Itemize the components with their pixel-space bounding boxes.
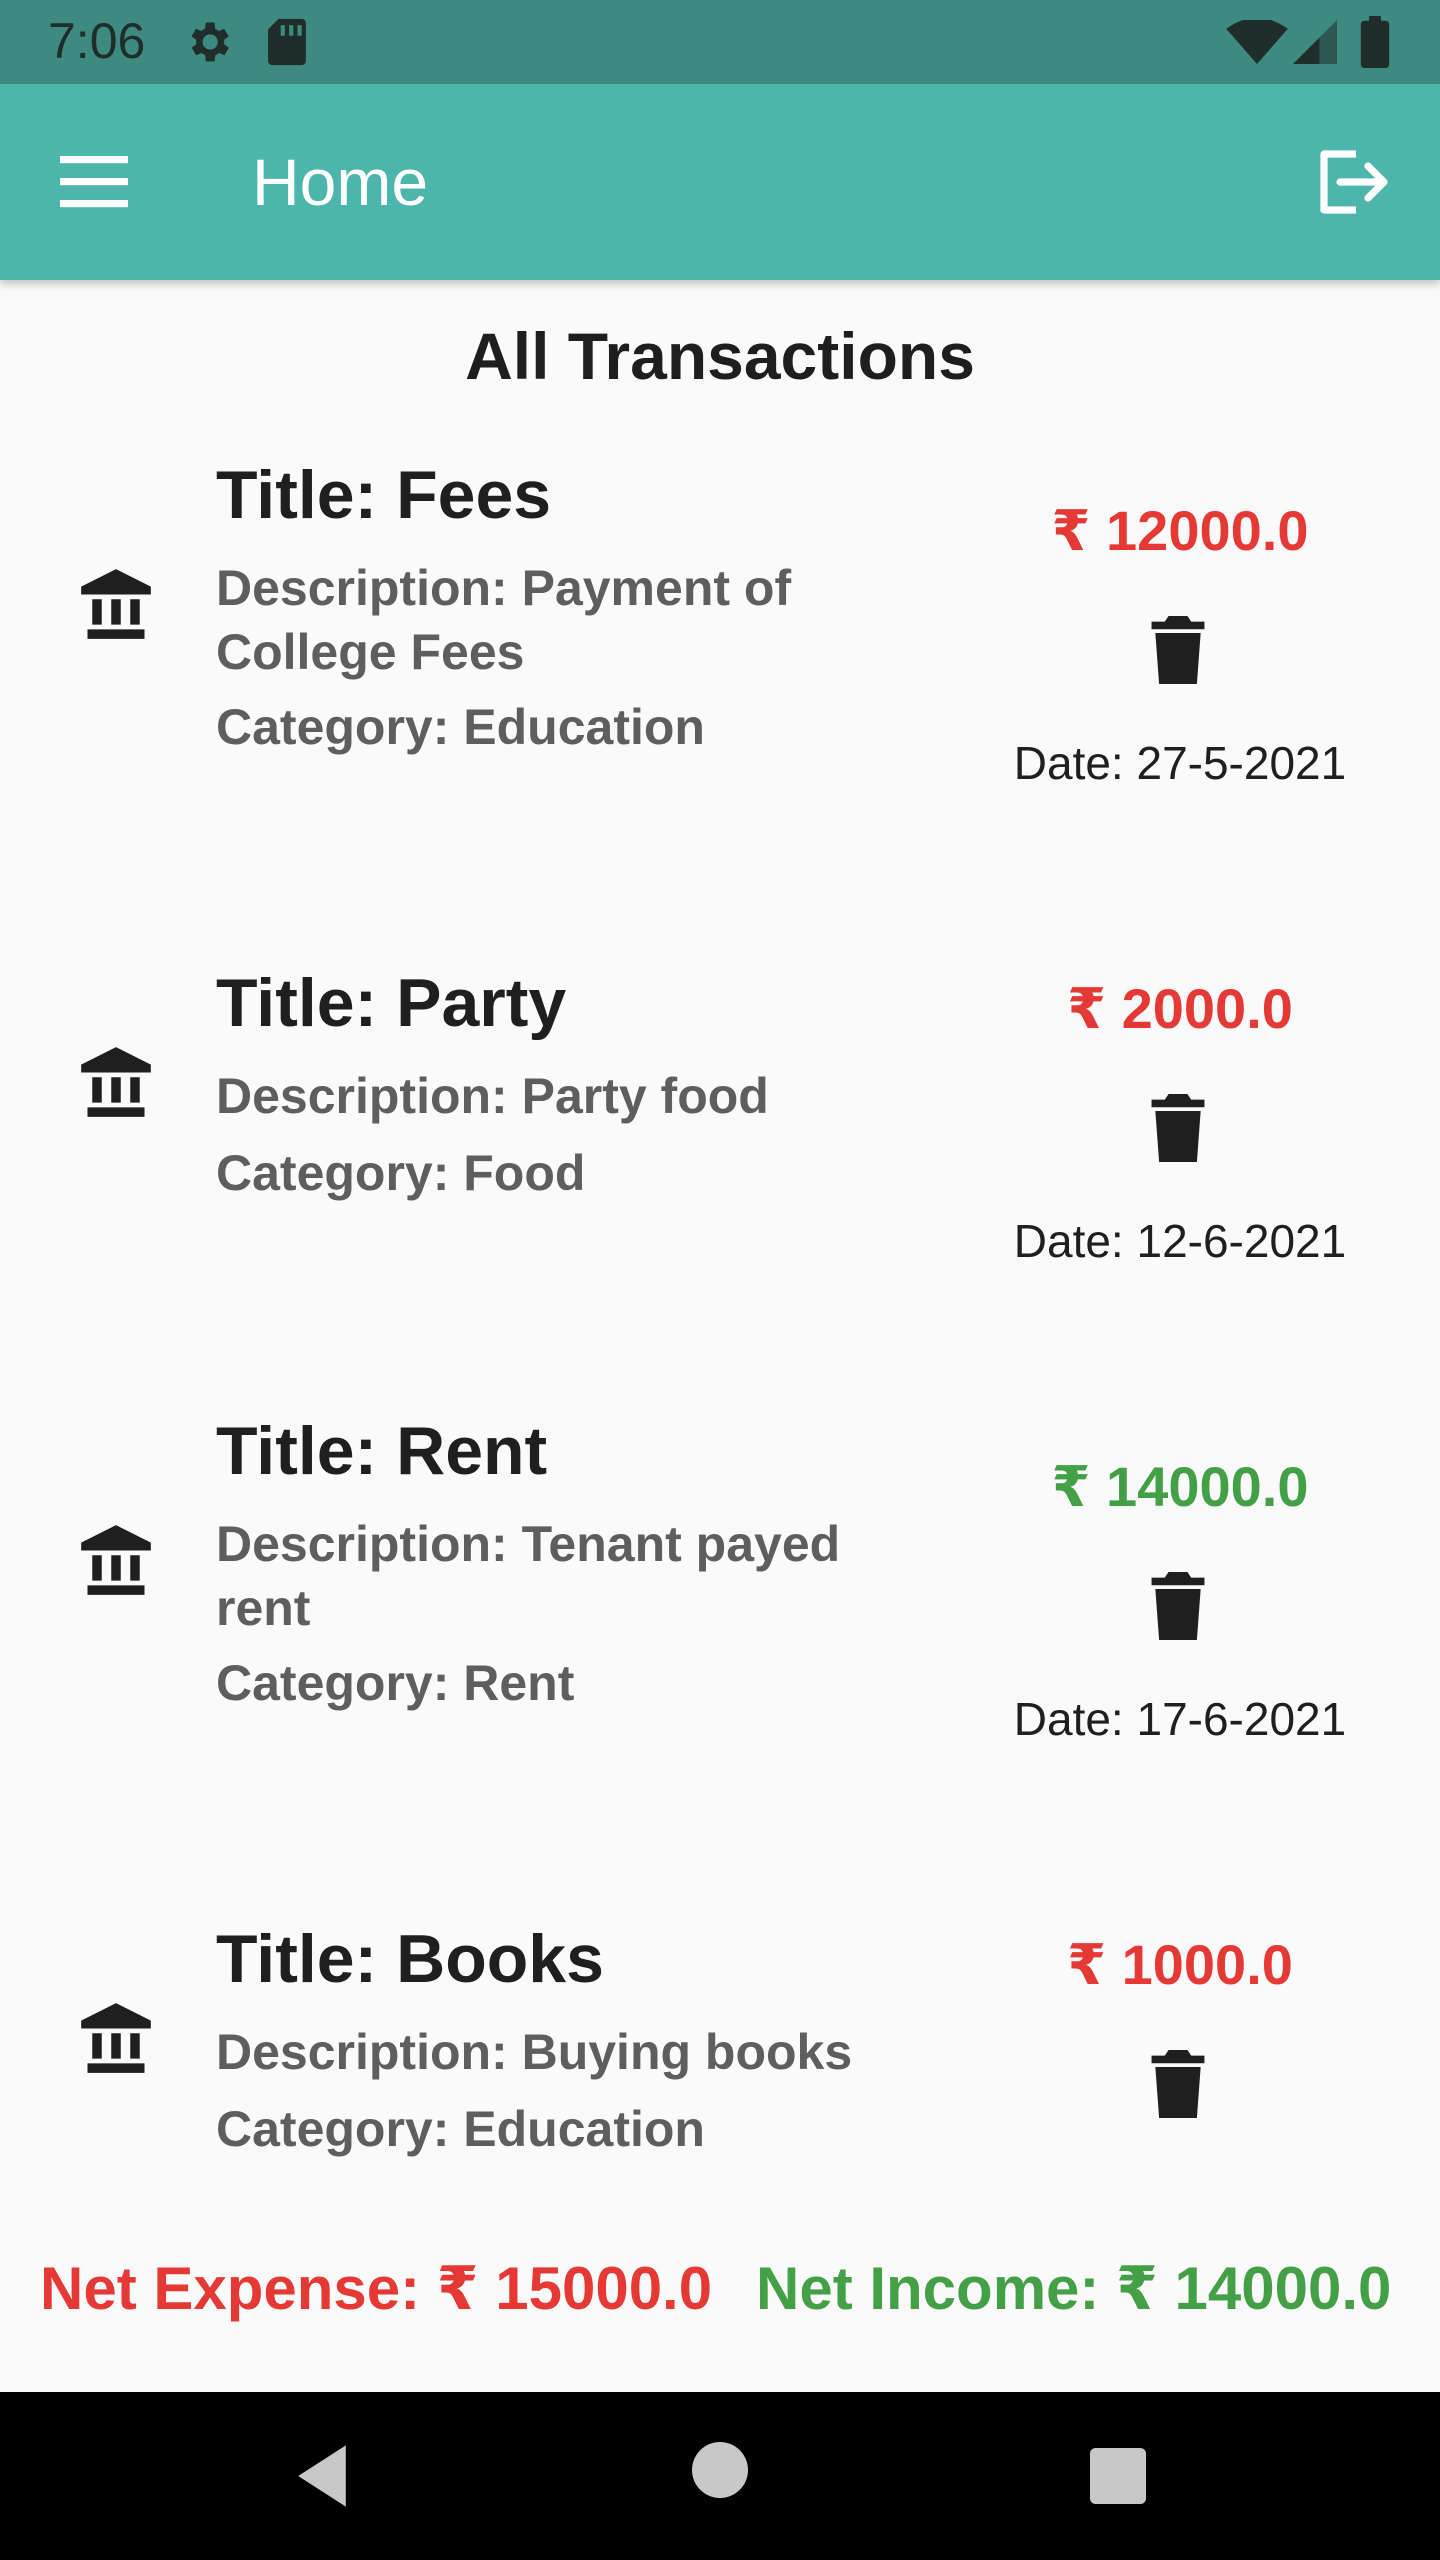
transaction-title: Title: Party: [216, 965, 567, 1041]
home-circle-icon[interactable]: [692, 2442, 748, 2498]
status-bar: 7:06: [0, 0, 1440, 84]
wifi-icon: [1226, 20, 1288, 64]
transaction-description: Description: Payment of College Fees: [216, 560, 792, 680]
transaction-amount: ₹ 14000.0: [1051, 1455, 1309, 1518]
transaction-amount: ₹ 12000.0: [1051, 499, 1309, 562]
transaction-category: Category: Education: [216, 699, 705, 755]
bank-icon: [81, 1525, 151, 1595]
transaction-date: Date: 27-5-2021: [1013, 737, 1347, 789]
transaction-amount: ₹ 1000.0: [1067, 1933, 1293, 1996]
transaction-amount: ₹ 2000.0: [1067, 977, 1293, 1040]
back-icon[interactable]: [288, 2442, 356, 2510]
status-time: 7:06: [48, 13, 146, 69]
transaction-category: Category: Education: [216, 2101, 705, 2157]
logout-icon[interactable]: [1312, 142, 1392, 222]
transaction-category: Category: Food: [216, 1145, 586, 1201]
delete-icon[interactable]: [1150, 2050, 1206, 2118]
delete-icon[interactable]: [1150, 616, 1206, 684]
delete-icon[interactable]: [1150, 1094, 1206, 1162]
bank-icon: [81, 569, 151, 639]
section-heading: All Transactions: [465, 319, 975, 393]
bank-icon: [81, 1047, 151, 1117]
cell-signal-icon: [1293, 20, 1337, 64]
system-nav-bar: [0, 2392, 1440, 2560]
net-income-total: Net Income: ₹ 14000.0: [756, 2255, 1392, 2322]
net-expense-total: Net Expense: ₹ 15000.0: [40, 2255, 713, 2322]
transaction-date: Date: 17-6-2021: [1013, 1693, 1347, 1745]
delete-icon[interactable]: [1150, 1572, 1206, 1640]
app-bar: Home: [0, 84, 1440, 280]
transaction-category: Category: Rent: [216, 1655, 575, 1711]
hamburger-menu-icon[interactable]: [56, 148, 136, 216]
transaction-description: Description: Buying books: [216, 2024, 853, 2080]
bank-icon: [81, 2003, 151, 2073]
transaction-description: Description: Party food: [216, 1068, 769, 1124]
transaction-date: Date: 12-6-2021: [1013, 1215, 1347, 1267]
page-title: Home: [252, 145, 429, 219]
transaction-title: Title: Fees: [216, 457, 552, 533]
transaction-title: Title: Rent: [216, 1413, 548, 1489]
sd-card-icon: [268, 18, 306, 66]
gear-icon: [191, 22, 229, 62]
transaction-title: Title: Books: [216, 1921, 604, 1997]
battery-icon: [1360, 16, 1390, 68]
transaction-description: Description: Tenant payed rent: [216, 1516, 841, 1636]
recent-apps-icon[interactable]: [1090, 2448, 1146, 2504]
